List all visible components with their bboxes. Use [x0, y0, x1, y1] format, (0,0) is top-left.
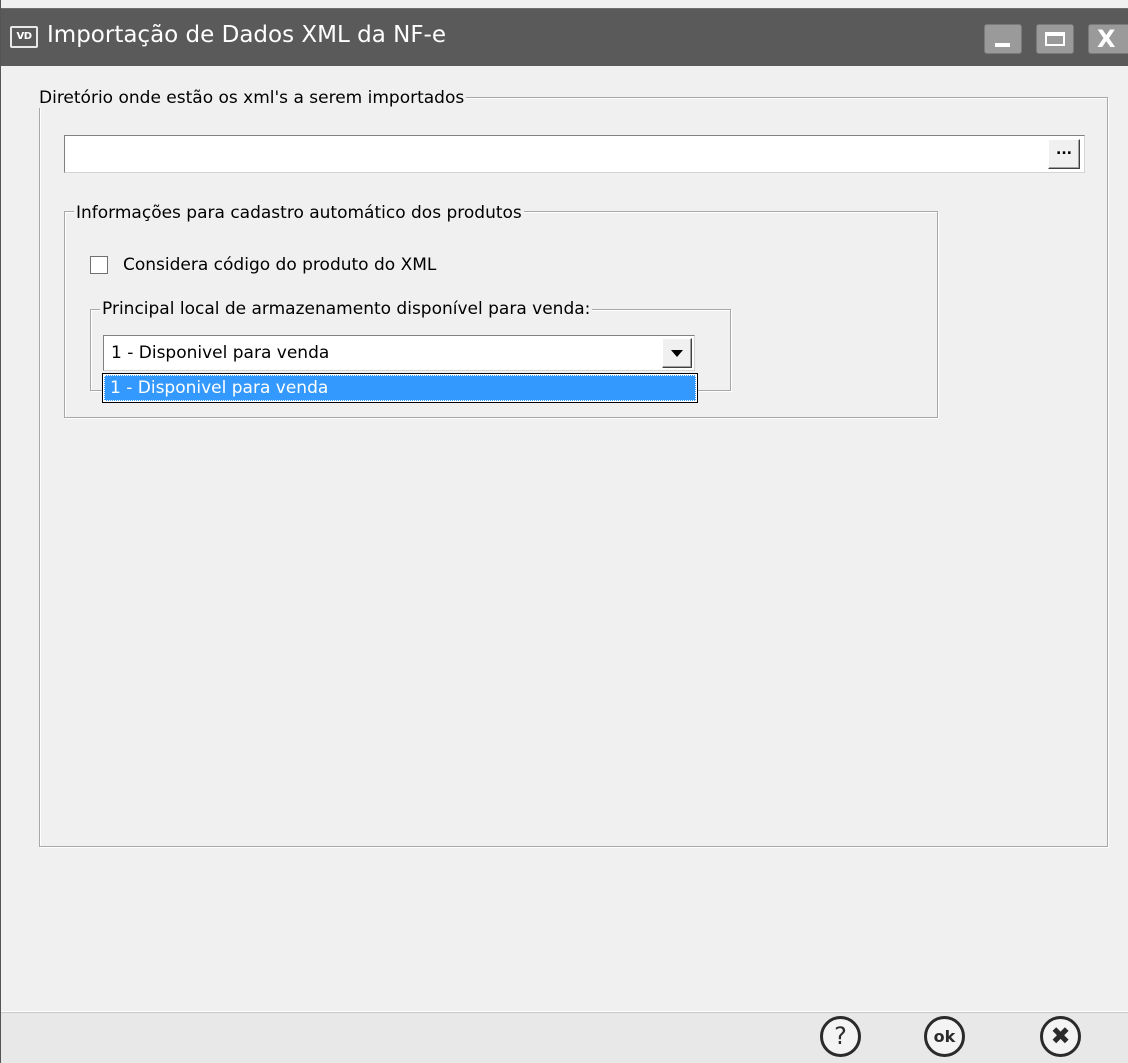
directory-path-field: ...	[64, 135, 1085, 173]
close-button[interactable]: X	[1088, 24, 1128, 54]
ok-button[interactable]: ok	[924, 1016, 965, 1057]
help-button[interactable]: ?	[820, 1016, 861, 1057]
minimize-icon	[995, 43, 1010, 47]
chevron-down-icon	[671, 350, 683, 357]
products-group-legend: Informações para cadastro automático dos…	[74, 203, 524, 223]
storage-location-selected-value: 1 - Disponivel para venda	[111, 343, 330, 363]
storage-location-select[interactable]: 1 - Disponivel para venda	[103, 335, 695, 371]
maximize-button[interactable]	[1036, 24, 1074, 54]
minimize-button[interactable]	[984, 24, 1022, 54]
storage-location-group-legend: Principal local de armazenamento disponí…	[100, 299, 593, 319]
dropdown-option-label: 1 - Disponivel para venda	[110, 378, 329, 398]
title-bar[interactable]: VD Importação de Dados XML da NF-e X	[1, 8, 1128, 66]
help-icon: ?	[834, 1022, 847, 1050]
use-xml-product-code-label[interactable]: Considera código do produto do XML	[123, 254, 436, 276]
import-window: VD Importação de Dados XML da NF-e X Dir…	[0, 0, 1128, 1063]
ok-icon: ok	[933, 1027, 956, 1046]
storage-location-dropdown-list: 1 - Disponivel para venda	[102, 373, 698, 403]
maximize-icon	[1045, 32, 1065, 46]
cancel-button[interactable]: ✖	[1040, 1016, 1081, 1057]
window-title: Importação de Dados XML da NF-e	[47, 22, 446, 48]
browse-directory-button[interactable]: ...	[1048, 139, 1080, 169]
directory-group-legend: Diretório onde estão os xml's a serem im…	[37, 88, 467, 108]
storage-location-dropdown-button[interactable]	[662, 338, 692, 368]
use-xml-product-code-checkbox[interactable]	[90, 256, 108, 274]
directory-path-input[interactable]	[67, 138, 1046, 170]
close-icon: X	[1097, 25, 1116, 53]
dropdown-option[interactable]: 1 - Disponivel para venda	[104, 375, 696, 401]
vd-app-icon: VD	[10, 26, 38, 48]
cancel-icon: ✖	[1050, 1022, 1071, 1050]
